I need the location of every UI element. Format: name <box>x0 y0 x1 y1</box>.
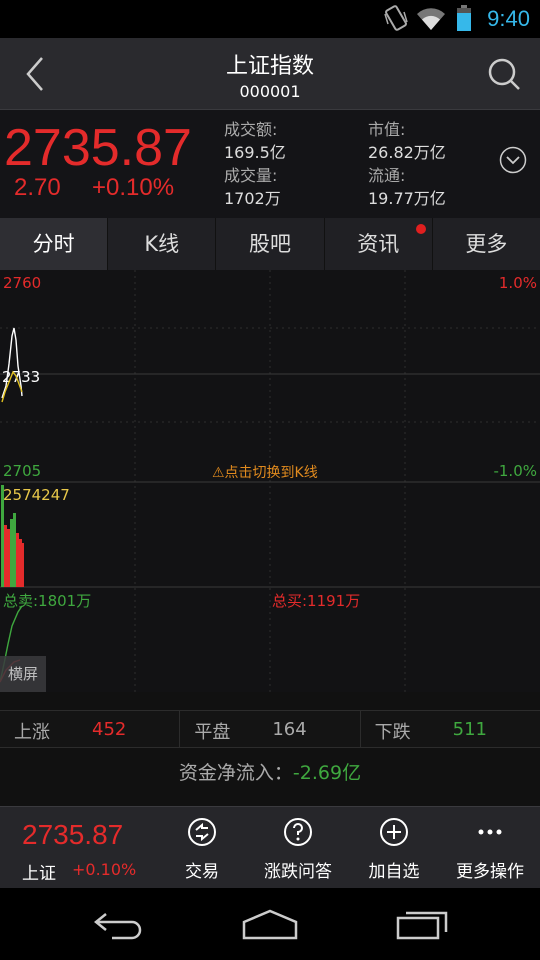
wifi-icon <box>417 8 445 30</box>
y-axis-low: 2705 <box>3 462 42 480</box>
turnover-label: 成交额: <box>224 120 278 139</box>
bottom-action-bar: 2735.87 上证 +0.10% 交易 涨跌问答 加自选 更多操作 <box>0 806 540 888</box>
tab-bar: 分时 K线 股吧 资讯 更多 <box>0 218 540 270</box>
tab-forum[interactable]: 股吧 <box>216 218 325 270</box>
trade-icon <box>188 818 216 846</box>
bottom-index-name: 上证 <box>22 864 56 884</box>
switch-kline-hint[interactable]: ⚠点击切换到K线 <box>212 462 318 482</box>
market-cap-value: 26.82万亿 <box>368 143 446 162</box>
add-watchlist-button[interactable]: 加自选 <box>344 817 444 882</box>
pct-axis-low: -1.0% <box>493 462 537 480</box>
intraday-chart[interactable]: 2760 1.0% 2733 2705 -1.0% ⚠点击切换到K线 25742… <box>0 270 540 692</box>
search-icon[interactable] <box>486 56 522 92</box>
net-inflow-value: -2.69亿 <box>292 762 362 784</box>
notification-dot <box>415 224 426 234</box>
price-change-percent: +0.10% <box>92 174 175 201</box>
down-value: 511 <box>452 719 488 740</box>
price-change: 2.70 <box>14 174 61 201</box>
more-icon <box>478 829 502 835</box>
market-cap-label: 市值: <box>368 120 406 139</box>
bottom-price: 2735.87 <box>22 819 124 850</box>
net-inflow-label: 资金净流入： <box>178 762 293 784</box>
home-nav-icon[interactable] <box>242 908 298 940</box>
qa-button[interactable]: 涨跌问答 <box>248 817 348 882</box>
flat-value: 164 <box>272 719 307 740</box>
turnover-value: 169.5亿 <box>224 143 286 162</box>
tab-more[interactable]: 更多 <box>433 218 540 270</box>
down-count-cell: 下跌 511 <box>361 711 540 747</box>
market-breadth: 上涨 452 平盘 164 下跌 511 <box>0 710 540 748</box>
net-inflow: 资金净流入：-2.69亿 <box>0 758 540 785</box>
clock: 9:40 <box>487 6 530 31</box>
status-bar: 9:40 <box>0 0 540 38</box>
pct-axis-high: 1.0% <box>498 274 537 292</box>
stock-code: 000001 <box>239 82 301 101</box>
tab-news[interactable]: 资讯 <box>325 218 433 270</box>
total-buy: 总买:1191万 <box>272 592 361 610</box>
tab-kline[interactable]: K线 <box>108 218 217 270</box>
page-title: 上证指数 <box>225 54 314 79</box>
volume-bars <box>1 485 24 587</box>
header: 上证指数 000001 <box>0 38 540 110</box>
down-label: 下跌 <box>374 722 411 743</box>
flat-count-cell: 平盘 164 <box>180 711 361 747</box>
add-icon <box>380 818 408 846</box>
tab-intraday[interactable]: 分时 <box>0 218 109 270</box>
volume-label: 成交量: <box>224 166 278 185</box>
quote-panel: 2735.87 2.70 +0.10% 成交额: 169.5亿 成交量: 170… <box>0 110 540 218</box>
up-label: 上涨 <box>14 722 50 743</box>
volume-value: 1702万 <box>224 189 281 208</box>
vibrate-icon <box>384 5 408 31</box>
expand-icon[interactable] <box>499 146 527 174</box>
y-axis-high: 2760 <box>3 274 42 292</box>
more-actions-button[interactable]: 更多操作 <box>440 817 540 882</box>
up-count-cell: 上涨 452 <box>0 711 181 747</box>
price-line <box>1 327 23 403</box>
float-cap-label: 流通: <box>368 166 406 185</box>
back-nav-icon[interactable] <box>92 910 148 940</box>
battery-icon <box>457 5 471 31</box>
up-value: 452 <box>92 719 127 740</box>
bottom-change-percent: +0.10% <box>72 860 137 879</box>
recents-nav-icon[interactable] <box>396 910 448 940</box>
question-icon <box>284 818 312 846</box>
system-nav-bar <box>0 888 540 960</box>
current-price: 2735.87 <box>4 119 192 177</box>
flat-label: 平盘 <box>194 722 231 743</box>
float-cap-value: 19.77万亿 <box>368 189 446 208</box>
landscape-button[interactable]: 横屏 <box>0 656 46 692</box>
trade-button[interactable]: 交易 <box>152 817 252 882</box>
